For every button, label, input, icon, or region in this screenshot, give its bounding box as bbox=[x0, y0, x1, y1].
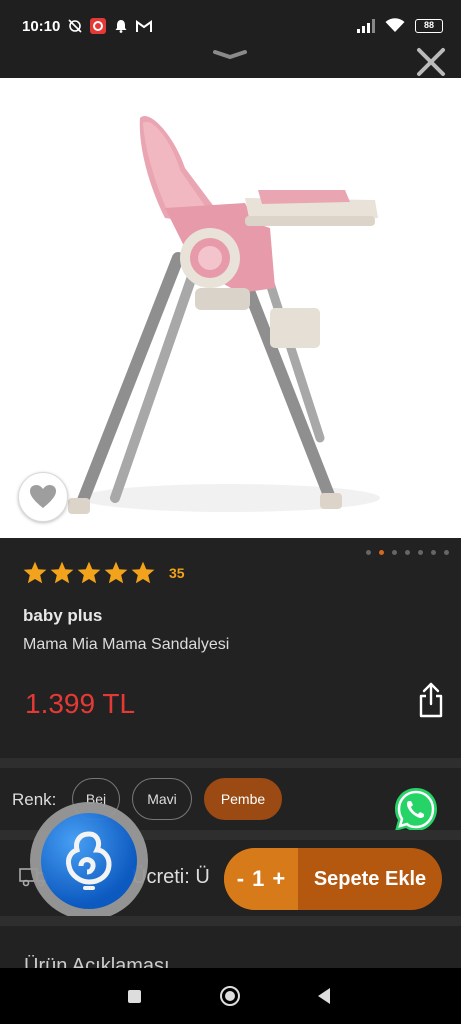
favorite-button[interactable] bbox=[18, 472, 68, 522]
battery-icon: 88 bbox=[415, 18, 443, 33]
no-alarm-icon bbox=[68, 19, 82, 33]
add-to-cart-button[interactable]: Sepete Ekle bbox=[298, 848, 442, 910]
increase-quantity-button[interactable]: + bbox=[272, 866, 285, 892]
section-divider bbox=[0, 916, 461, 926]
carousel-dot[interactable] bbox=[392, 550, 397, 555]
whatsapp-icon[interactable] bbox=[391, 785, 441, 835]
product-description-heading[interactable]: Ürün Açıklaması bbox=[24, 955, 170, 969]
back-button[interactable] bbox=[318, 988, 330, 1004]
star-icon bbox=[23, 561, 47, 584]
color-label: Renk: bbox=[12, 790, 57, 809]
product-rating[interactable]: 35 bbox=[22, 560, 185, 586]
status-system-icons: 88 bbox=[357, 18, 443, 33]
rating-count[interactable]: 35 bbox=[169, 565, 185, 581]
carousel-dot[interactable] bbox=[431, 550, 436, 555]
carousel-dot[interactable] bbox=[366, 550, 371, 555]
status-time: 10:10 bbox=[22, 18, 61, 35]
carousel-dot[interactable] bbox=[444, 550, 449, 555]
product-image[interactable] bbox=[0, 78, 461, 538]
color-option-mavi[interactable]: Mavi bbox=[132, 778, 192, 820]
signal-icon bbox=[357, 18, 375, 33]
quantity-value: 1 bbox=[252, 866, 265, 891]
image-carousel-indicator bbox=[366, 550, 449, 555]
bell-icon bbox=[115, 20, 127, 33]
color-option-pembe[interactable]: Pembe bbox=[204, 778, 282, 820]
quantity-stepper: - 1 + bbox=[224, 848, 298, 910]
add-to-cart-bar: - 1 + Sepete Ekle bbox=[224, 848, 442, 910]
star-icon bbox=[131, 561, 155, 584]
floating-app-badge[interactable] bbox=[30, 802, 148, 920]
carousel-dot-active[interactable] bbox=[379, 550, 384, 555]
star-icon bbox=[50, 561, 74, 584]
product-title: Mama Mia Mama Sandalyesi bbox=[23, 636, 230, 653]
chevron-down-icon[interactable] bbox=[212, 44, 248, 62]
app-logo-icon bbox=[41, 813, 137, 909]
high-chair-illustration bbox=[68, 116, 380, 514]
star-icon bbox=[77, 561, 101, 584]
product-brand[interactable]: baby plus bbox=[23, 606, 102, 626]
section-divider bbox=[0, 758, 461, 768]
home-button[interactable] bbox=[220, 986, 240, 1006]
status-notification-icons bbox=[68, 18, 152, 34]
sheet-header bbox=[0, 40, 461, 78]
close-icon[interactable] bbox=[415, 46, 447, 78]
heart-icon bbox=[30, 485, 56, 508]
app-notification-icon bbox=[90, 18, 106, 34]
star-icon bbox=[104, 561, 128, 584]
wifi-icon bbox=[385, 18, 405, 32]
decrease-quantity-button[interactable]: - bbox=[237, 866, 244, 892]
share-icon[interactable] bbox=[418, 682, 444, 718]
system-navigation-bar bbox=[0, 968, 461, 1024]
product-price: 1.399 TL bbox=[25, 688, 136, 719]
recent-apps-button[interactable] bbox=[128, 990, 141, 1003]
carousel-dot[interactable] bbox=[418, 550, 423, 555]
carousel-dot[interactable] bbox=[405, 550, 410, 555]
gmail-icon bbox=[136, 19, 152, 32]
